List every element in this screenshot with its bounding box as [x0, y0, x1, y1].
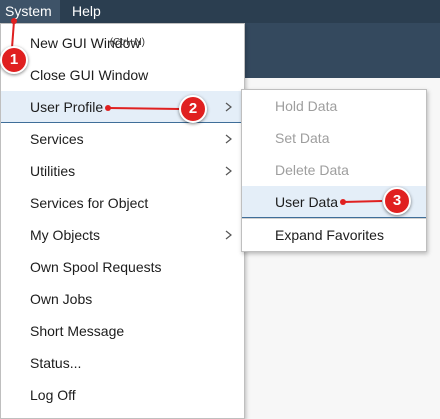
menu-item-label: My Objects	[30, 227, 101, 243]
menu-item-label: Own Jobs	[30, 291, 93, 307]
menu-item-label: Status...	[30, 355, 82, 371]
menu-item-label: User Data	[275, 194, 339, 210]
chevron-right-icon	[225, 219, 235, 251]
menu-item-user-profile[interactable]: User Profile	[1, 91, 244, 123]
menu-item-set-data: Set Data	[242, 122, 426, 154]
chevron-right-icon	[225, 155, 235, 187]
menu-item-label: Expand Favorites	[275, 227, 384, 243]
menu-item-short-message[interactable]: Short Message	[1, 315, 244, 347]
chevron-right-icon	[225, 123, 235, 155]
menu-item-expand-favorites[interactable]: Expand Favorites	[242, 218, 426, 251]
menu-item-services[interactable]: Services	[1, 123, 244, 155]
chevron-right-icon	[225, 91, 235, 123]
menu-item-label: Services	[30, 131, 84, 147]
menu-item-delete-data: Delete Data	[242, 154, 426, 186]
menu-item-label: Services for Object	[30, 195, 149, 211]
menu-item-label: Log Off	[30, 387, 76, 403]
menu-item-label: Set Data	[275, 130, 330, 146]
callout-badge-1: 1	[0, 46, 28, 74]
menu-item-label: User Profile	[30, 99, 104, 115]
menu-item-own-jobs[interactable]: Own Jobs	[1, 283, 244, 315]
menu-item-own-spool-requests[interactable]: Own Spool Requests	[1, 251, 244, 283]
menu-bar: System Help	[0, 0, 440, 23]
menu-item-utilities[interactable]: Utilities	[1, 155, 244, 187]
menu-item-status[interactable]: Status...	[1, 347, 244, 379]
menu-item-label: Delete Data	[275, 162, 349, 178]
menu-item-new-gui-window[interactable]: New GUI Window (Ctrl+N)	[1, 27, 244, 59]
menu-item-label: Hold Data	[275, 98, 338, 114]
menu-item-label: Short Message	[30, 323, 125, 339]
menu-item-label: Close GUI Window	[30, 67, 149, 83]
menu-item-services-for-object[interactable]: Services for Object	[1, 187, 244, 219]
menu-item-close-gui-window[interactable]: Close GUI Window	[1, 59, 244, 91]
menu-item-label: Own Spool Requests	[30, 259, 162, 275]
user-profile-submenu: Hold Data Set Data Delete Data User Data…	[241, 89, 427, 252]
menu-help[interactable]: Help	[67, 0, 106, 23]
menu-item-my-objects[interactable]: My Objects	[1, 219, 244, 251]
menu-item-label: Utilities	[30, 163, 76, 179]
menu-item-hold-data: Hold Data	[242, 90, 426, 122]
system-menu: New GUI Window (Ctrl+N) Close GUI Window…	[0, 23, 245, 419]
menu-system[interactable]: System	[0, 0, 60, 23]
callout-badge-2: 2	[179, 95, 207, 123]
accelerator-label: (Ctrl+N)	[109, 37, 145, 48]
menu-item-log-off[interactable]: Log Off	[1, 379, 244, 411]
callout-badge-3: 3	[383, 187, 411, 215]
